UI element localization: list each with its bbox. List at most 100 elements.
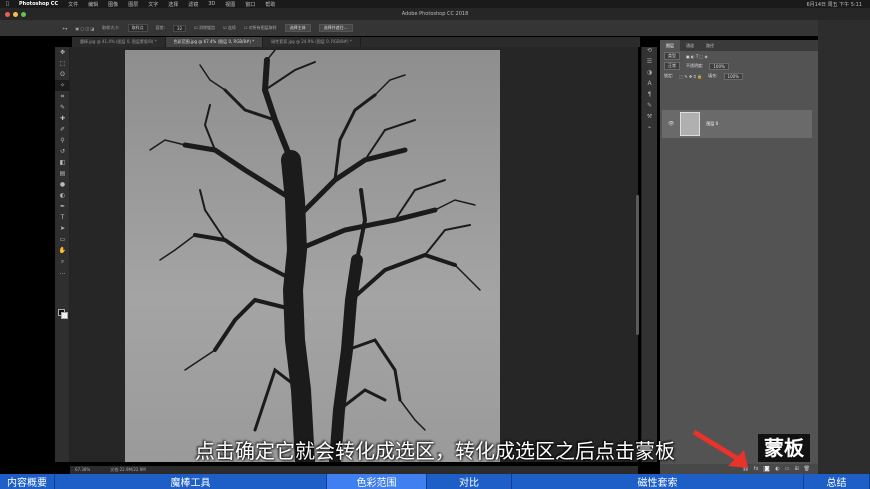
chapter-color-range[interactable]: 色彩范围	[327, 474, 427, 489]
tab-paths[interactable]: 路径	[700, 40, 720, 51]
path-select-tool-icon[interactable]: ➤	[55, 223, 70, 234]
history-panel-icon[interactable]: ⟲	[642, 47, 657, 58]
menu-file[interactable]: 文件	[68, 1, 78, 8]
sample-all-layers-checkbox[interactable]: ☐ 对所有图层取样	[244, 25, 277, 31]
window-title-bar: Adobe Photoshop CC 2018	[0, 8, 870, 20]
marquee-tool-icon[interactable]: ⬚	[55, 58, 70, 69]
shape-tool-icon[interactable]: ▭	[55, 234, 70, 245]
visibility-eye-icon[interactable]: 👁	[668, 121, 674, 127]
anti-alias-checkbox[interactable]: ☑ 消除锯齿	[194, 25, 215, 31]
sample-size-label: 取样大小:	[102, 25, 120, 30]
apple-icon[interactable]: 	[6, 1, 9, 7]
chapter-compare[interactable]: 对比	[427, 474, 512, 489]
chapter-bar: 内容概要 魔棒工具 色彩范围 对比 磁性套索 总结	[0, 474, 870, 489]
document-info: 文档:22.9M/22.9M	[110, 467, 146, 472]
select-and-mask-button[interactable]: 选择并遮住...	[318, 24, 353, 32]
layer-row[interactable]: 👁 图层 0	[662, 110, 812, 138]
document-tabs: 魔棒.jpg @ 41.4% (图层 0, 图层蒙版/8) * 色彩范围.jpg…	[72, 37, 640, 47]
paragraph-panel-icon[interactable]: ¶	[642, 91, 657, 102]
lock-icons[interactable]: ⬚ ✎ ✥ ⌗ 🔒	[679, 74, 702, 79]
tools-panel: ✥ ⬚ ʘ ✧ ⌗ ✎ ✚ ✐ ⚲ ↺ ◧ ▤ ● ◐ ✒ T ➤ ▭ ✋ ⌕ …	[55, 47, 70, 462]
document-canvas[interactable]	[125, 50, 500, 462]
layer-thumbnail	[680, 112, 701, 136]
app-menu[interactable]: Photoshop CC	[19, 1, 58, 7]
menu-window[interactable]: 窗口	[245, 1, 255, 8]
tab-layers[interactable]: 图层	[660, 40, 680, 51]
doc-tab-magnetic-lasso[interactable]: 磁性套索.jpg @ 24.9% (图层 0, RGB/8#) *	[263, 37, 361, 47]
pen-tool-icon[interactable]: ✒	[55, 201, 70, 212]
lock-fill-row: 锁定: ⬚ ✎ ✥ ⌗ 🔒 填充: 100%	[660, 71, 818, 81]
edit-toolbar-icon[interactable]: …	[55, 267, 70, 278]
contiguous-checkbox[interactable]: ☑ 连续	[223, 25, 236, 31]
blur-tool-icon[interactable]: ●	[55, 179, 70, 190]
blend-opacity-row: 正常 不透明度: 100%	[660, 61, 818, 71]
menu-bar:  Photoshop CC 文件 编辑 图像 图层 文字 选择 滤镜 3D 视…	[0, 0, 870, 8]
brush-tool-icon[interactable]: ✐	[55, 124, 70, 135]
canvas-area[interactable]	[70, 47, 638, 462]
lasso-tool-icon[interactable]: ʘ	[55, 69, 70, 80]
chapter-magnetic-lasso[interactable]: 磁性套索	[512, 474, 804, 489]
chapter-magic-wand[interactable]: 魔棒工具	[55, 474, 327, 489]
add-layer-mask-button[interactable]: ◙	[763, 466, 771, 472]
paths-panel-icon[interactable]: ⌁	[642, 124, 657, 135]
filter-icons[interactable]: ▣ ◐ T ⬚ ◈	[686, 54, 708, 59]
adjustments-panel-icon[interactable]: ◑	[642, 69, 657, 80]
fill-input[interactable]: 100%	[723, 72, 743, 80]
background-color-swatch[interactable]	[61, 312, 68, 319]
blend-mode-select[interactable]: 正常	[664, 62, 680, 70]
history-brush-tool-icon[interactable]: ↺	[55, 146, 70, 157]
menu-image[interactable]: 图像	[108, 1, 118, 8]
tolerance-input[interactable]: 32	[173, 24, 187, 32]
menu-help[interactable]: 帮助	[265, 1, 275, 8]
doc-tab-magic-wand[interactable]: 魔棒.jpg @ 41.4% (图层 0, 图层蒙版/8) *	[72, 37, 166, 47]
selection-mode-buttons[interactable]: ▣ ▢ ◫ ◪	[75, 26, 94, 31]
character-panel-icon[interactable]: A	[642, 80, 657, 91]
menu-edit[interactable]: 编辑	[88, 1, 98, 8]
eyedropper-tool-icon[interactable]: ✎	[55, 102, 70, 113]
subtitle-caption: 点击确定它就会转化成选区，转化成选区之后点击蒙板	[195, 439, 675, 463]
tolerance-label: 容差:	[155, 25, 166, 30]
dead-tree-image	[149, 50, 481, 462]
move-tool-icon[interactable]: ✥	[55, 47, 70, 58]
menu-filter[interactable]: 滤镜	[188, 1, 198, 8]
layer-filter-row: 类型 ▣ ◐ T ⬚ ◈	[660, 51, 818, 61]
canvas-vertical-scrollbar[interactable]	[636, 195, 639, 335]
new-group-icon[interactable]: ▭	[785, 466, 790, 472]
menu-view[interactable]: 视图	[225, 1, 235, 8]
opacity-input[interactable]: 100%	[709, 62, 729, 70]
chapter-summary[interactable]: 总结	[804, 474, 870, 489]
stamp-tool-icon[interactable]: ⚲	[55, 135, 70, 146]
zoom-tool-icon[interactable]: ⌕	[55, 256, 70, 267]
sample-size-select[interactable]: 取样点	[127, 24, 148, 32]
window-title: Adobe Photoshop CC 2018	[401, 11, 469, 17]
eraser-tool-icon[interactable]: ◧	[55, 157, 70, 168]
layer-kind-filter[interactable]: 类型	[664, 52, 680, 60]
dodge-tool-icon[interactable]: ◐	[55, 190, 70, 201]
menu-select[interactable]: 选择	[168, 1, 178, 8]
hand-tool-icon[interactable]: ✋	[55, 245, 70, 256]
adjustment-layer-icon[interactable]: ◐	[775, 466, 779, 472]
doc-tab-color-range[interactable]: 色彩范围.jpg @ 67.4% (图层 0, RGB/8#) *	[165, 37, 264, 47]
lock-label: 锁定:	[664, 73, 674, 78]
gradient-tool-icon[interactable]: ▤	[55, 168, 70, 179]
menubar-clock: 6月14日 周五 下午 5:11	[806, 2, 862, 8]
menu-type[interactable]: 文字	[148, 1, 158, 8]
magic-wand-options-icon[interactable]: ✶▾	[62, 26, 67, 31]
chapter-overview[interactable]: 内容概要	[0, 474, 55, 489]
crop-tool-icon[interactable]: ⌗	[55, 91, 70, 102]
select-subject-button[interactable]: 选择主体	[284, 24, 311, 32]
tool-presets-icon[interactable]: ⚒	[642, 113, 657, 124]
magic-wand-tool-icon[interactable]: ✧	[55, 80, 70, 91]
zoom-level[interactable]: 67.38%	[75, 467, 90, 473]
right-edge-strip	[818, 20, 870, 474]
properties-panel-icon[interactable]: ☰	[642, 58, 657, 69]
fill-label: 填充:	[708, 73, 718, 78]
healing-tool-icon[interactable]: ✚	[55, 113, 70, 124]
brush-settings-icon[interactable]: ✎	[642, 102, 657, 113]
menu-layer[interactable]: 图层	[128, 1, 138, 8]
type-tool-icon[interactable]: T	[55, 212, 70, 223]
new-layer-icon[interactable]: ⊞	[794, 466, 798, 472]
delete-layer-icon[interactable]: 🗑	[804, 466, 810, 472]
tab-channels[interactable]: 通道	[680, 40, 700, 51]
menu-3d[interactable]: 3D	[208, 1, 215, 7]
